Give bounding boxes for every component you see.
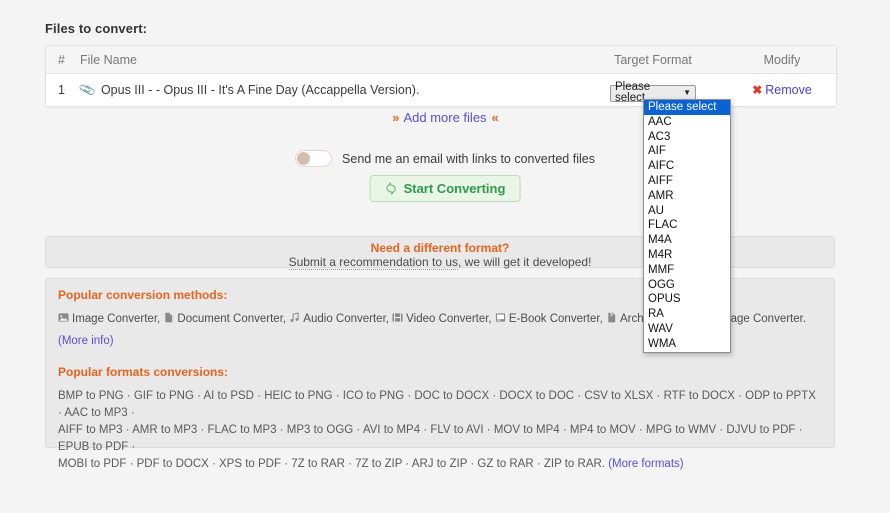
remove-label: Remove: [765, 83, 812, 97]
chevrons-left-icon: «: [491, 110, 499, 125]
dropdown-option[interactable]: AIFF: [644, 174, 730, 189]
start-converting-label: Start Converting: [403, 181, 506, 196]
method-link-audio[interactable]: Audio Converter,: [289, 312, 389, 325]
method-label-audio: Audio Converter,: [303, 313, 389, 325]
method-link-image-2[interactable]: Image Converter.: [718, 313, 806, 325]
dropdown-option[interactable]: WMA: [644, 337, 730, 352]
method-label-document: Document Converter,: [177, 313, 287, 325]
email-option-label: Send me an email with links to converted…: [342, 151, 595, 166]
formats-line-3: MOBI to PDF · PDF to DOCX · XPS to PDF ·…: [58, 456, 822, 473]
page-title: Files to convert:: [45, 21, 148, 36]
document-icon: [163, 312, 174, 323]
file-name-cell: 📎 Opus III - - Opus III - It's A Fine Da…: [78, 80, 578, 100]
dropdown-option[interactable]: AAC: [644, 115, 730, 130]
dropdown-option[interactable]: WAV: [644, 322, 730, 337]
book-icon: [495, 312, 506, 323]
dropdown-option[interactable]: M4A: [644, 233, 730, 248]
dropdown-option[interactable]: AIF: [644, 144, 730, 159]
column-header-number: #: [58, 52, 65, 67]
submit-recommendation-link[interactable]: Submit a recommendation to us: [288, 255, 458, 270]
email-option-row: Send me an email with links to converted…: [0, 150, 890, 167]
need-format-rest: , we will get it developed!: [458, 255, 592, 269]
dropdown-option[interactable]: MMF: [644, 263, 730, 278]
row-number: 1: [58, 83, 65, 97]
image-icon: [58, 312, 69, 323]
modify-cell: ✖ Remove: [728, 83, 836, 97]
dropdown-option[interactable]: FLAC: [644, 218, 730, 233]
dropdown-option[interactable]: AIFC: [644, 159, 730, 174]
formats-line-1[interactable]: BMP to PNG · GIF to PNG · AI to PSD · HE…: [58, 388, 822, 422]
target-format-dropdown-list[interactable]: Please select AAC AC3 AIF AIFC AIFF AMR AU FLAC M…: [643, 99, 731, 353]
recycle-icon: [385, 181, 398, 196]
table-header-row: # File Name Target Format Modify: [46, 46, 836, 74]
paperclip-icon: 📎: [78, 80, 97, 100]
dropdown-option[interactable]: OPUS: [644, 292, 730, 307]
files-table: # File Name Target Format Modify 1 📎 Opu…: [45, 45, 837, 107]
dropdown-option[interactable]: AU: [644, 204, 730, 219]
chevrons-right-icon: »: [392, 110, 399, 125]
more-formats-link[interactable]: (More formats): [608, 458, 683, 470]
method-link-image[interactable]: Image Converter,: [58, 313, 160, 325]
archive-icon: [606, 312, 617, 323]
film-icon: [392, 312, 403, 323]
start-converting-button[interactable]: Start Converting: [369, 175, 521, 202]
popular-formats-list: BMP to PNG · GIF to PNG · AI to PSD · HE…: [58, 388, 822, 473]
converter-page: Files to convert: # File Name Target For…: [0, 0, 890, 513]
dropdown-option[interactable]: RA: [644, 307, 730, 322]
file-name-label: Opus III - - Opus III - It's A Fine Day …: [100, 83, 420, 97]
method-label-image: Image Converter,: [72, 313, 161, 325]
column-header-target-format: Target Format: [614, 52, 692, 67]
method-label-image-2: Image Converter.: [717, 313, 807, 325]
add-more-files-row: » Add more files «: [0, 110, 890, 125]
dropdown-option[interactable]: Please select: [644, 100, 730, 115]
popular-formats-heading: Popular formats conversions:: [58, 365, 229, 379]
method-label-video: Video Converter,: [406, 313, 492, 325]
remove-file-button[interactable]: ✖ Remove: [752, 83, 812, 97]
dropdown-option[interactable]: OGG: [644, 278, 730, 293]
toggle-knob: [297, 152, 311, 165]
method-link-video[interactable]: Video Converter,: [392, 312, 492, 325]
music-note-icon: [289, 312, 300, 323]
method-link-ebook[interactable]: E-Book Converter,: [495, 313, 603, 325]
method-label-ebook: E-Book Converter,: [508, 313, 603, 325]
dropdown-option[interactable]: AMR: [644, 189, 730, 204]
add-more-files-link[interactable]: Add more files: [403, 110, 486, 125]
dropdown-option[interactable]: M4R: [644, 248, 730, 263]
formats-line-3-text[interactable]: MOBI to PDF · PDF to DOCX · XPS to PDF ·…: [58, 458, 605, 470]
method-link-document[interactable]: Document Converter,: [163, 312, 287, 325]
email-toggle[interactable]: [295, 150, 333, 167]
chevron-down-icon: ▼: [683, 88, 691, 97]
column-header-modify: Modify: [763, 52, 801, 67]
more-info-link[interactable]: (More info): [58, 335, 114, 347]
close-icon: ✖: [752, 83, 763, 97]
dropdown-option[interactable]: AC3: [644, 130, 730, 145]
column-header-file-name: File Name: [80, 52, 137, 67]
formats-line-2[interactable]: AIFF to MP3 · AMR to MP3 · FLAC to MP3 ·…: [58, 422, 822, 456]
